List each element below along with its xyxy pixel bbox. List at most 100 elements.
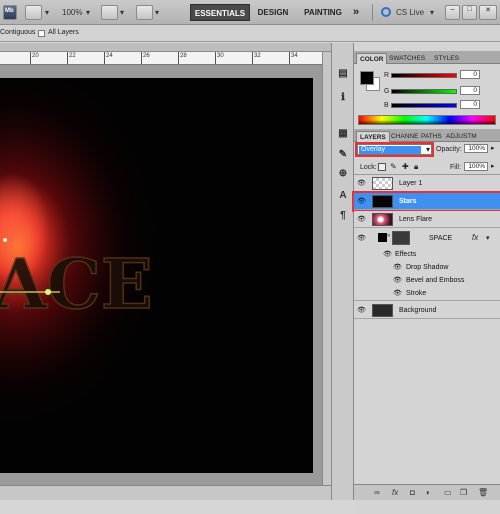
layer-name: Stars bbox=[399, 198, 417, 205]
layer-row-space[interactable]: 👁︎ ∞ SPACE fx ▾ bbox=[354, 229, 500, 248]
effects-row[interactable]: 👁︎ Effects bbox=[354, 248, 500, 261]
trash-icon[interactable]: 🗑︎ bbox=[478, 488, 488, 497]
green-slider[interactable] bbox=[391, 89, 457, 94]
svg-text:ACE: ACE bbox=[0, 245, 153, 325]
workspace-design[interactable]: DESIGN bbox=[254, 4, 292, 21]
histogram-icon[interactable]: ▤ bbox=[336, 67, 350, 81]
tab-channels[interactable]: CHANNE bbox=[388, 131, 421, 142]
clone-source-icon[interactable]: ⊕ bbox=[336, 167, 350, 181]
effect-stroke[interactable]: 👁︎ Stroke bbox=[354, 287, 500, 301]
tab-layers[interactable]: LAYERS bbox=[356, 131, 390, 142]
app-logo[interactable]: Mb bbox=[3, 5, 17, 20]
visibility-eye-icon[interactable]: 👁︎ bbox=[393, 289, 402, 297]
red-slider[interactable] bbox=[391, 73, 457, 78]
cs-live-label[interactable]: CS Live bbox=[396, 8, 424, 17]
maximize-button[interactable]: □ bbox=[462, 5, 477, 20]
visibility-eye-icon[interactable]: 👁︎ bbox=[357, 179, 366, 187]
layer-row-lens-flare[interactable]: 👁︎ Lens Flare bbox=[354, 211, 500, 228]
visibility-eye-icon[interactable]: 👁︎ bbox=[393, 276, 402, 284]
chevron-down-icon[interactable]: ▾ bbox=[86, 8, 90, 17]
chevron-down-icon[interactable]: ▾ bbox=[45, 8, 49, 17]
layer-name: Background bbox=[399, 307, 437, 314]
minimize-button[interactable]: – bbox=[445, 5, 460, 20]
new-layer-icon[interactable]: ❐ bbox=[460, 488, 467, 497]
right-panel: COLOR SWATCHES STYLES R 0 G 0 B 0 LAYERS… bbox=[352, 43, 500, 514]
vertical-scrollbar[interactable] bbox=[322, 52, 331, 485]
link-icon: ∞ bbox=[386, 233, 391, 239]
screen-mode-button[interactable] bbox=[136, 5, 153, 20]
layer-name: Lens Flare bbox=[399, 216, 433, 223]
chevron-down-icon[interactable]: ▾ bbox=[430, 8, 434, 17]
adjustment-layer-icon[interactable]: ◐ bbox=[426, 488, 431, 497]
layer-row-layer-1[interactable]: 👁︎ Layer 1 bbox=[354, 175, 500, 192]
visibility-eye-icon[interactable]: 👁︎ bbox=[357, 306, 366, 314]
effect-bevel-and-emboss[interactable]: 👁︎ Bevel and Emboss bbox=[354, 274, 500, 287]
blue-value-field[interactable]: 0 bbox=[460, 100, 480, 109]
chevron-down-icon[interactable]: ▾ bbox=[486, 234, 490, 242]
character-icon[interactable]: A bbox=[336, 189, 350, 203]
color-ramp-shade bbox=[359, 120, 495, 124]
opacity-field[interactable]: 100% bbox=[464, 144, 488, 153]
visibility-eye-icon[interactable]: 👁︎ bbox=[357, 197, 366, 205]
workspace-painting[interactable]: PAINTING bbox=[299, 4, 347, 21]
layer-row-stars[interactable]: 👁︎ Stars bbox=[352, 191, 500, 212]
ruler-number: 24 bbox=[106, 53, 113, 59]
visibility-eye-icon[interactable]: 👁︎ bbox=[357, 234, 366, 242]
workspace-essentials[interactable]: ESSENTIALS bbox=[190, 4, 250, 21]
zoom-level[interactable]: 100% bbox=[62, 8, 82, 17]
add-style-icon[interactable]: fx bbox=[392, 488, 398, 497]
brush-icon[interactable]: ✎ bbox=[336, 148, 350, 162]
chevron-down-icon[interactable]: ▾ bbox=[155, 8, 159, 17]
layer-thumbnail bbox=[372, 177, 393, 190]
visibility-eye-icon[interactable]: 👁︎ bbox=[383, 250, 392, 258]
layer-thumbnail bbox=[372, 213, 393, 226]
lock-position-icon[interactable]: ✚ bbox=[402, 162, 409, 171]
new-group-icon[interactable]: ▭ bbox=[444, 488, 452, 497]
tab-paths[interactable]: PATHS bbox=[418, 131, 445, 142]
close-button[interactable]: ✕ bbox=[479, 5, 497, 20]
tab-swatches[interactable]: SWATCHES bbox=[386, 53, 428, 64]
chevron-down-icon[interactable]: ▾ bbox=[120, 8, 124, 17]
chevron-right-icon[interactable]: ▸ bbox=[491, 144, 495, 152]
fill-field[interactable]: 100% bbox=[464, 162, 488, 171]
layer-row-background[interactable]: 👁︎ Background bbox=[354, 302, 500, 319]
image-canvas[interactable]: ACE bbox=[0, 78, 313, 473]
paragraph-icon[interactable]: ¶ bbox=[336, 209, 350, 223]
visibility-eye-icon[interactable]: 👁︎ bbox=[357, 215, 366, 223]
add-mask-icon[interactable]: ◘ bbox=[410, 488, 415, 497]
effect-drop-shadow[interactable]: 👁︎ Drop Shadow bbox=[354, 261, 500, 274]
arrange-documents-button[interactable] bbox=[101, 5, 118, 20]
layers-bottom-bar: ∞ fx ◘ ◐ ▭ ❐ 🗑︎ bbox=[354, 484, 500, 500]
lock-transparent-icon[interactable] bbox=[378, 163, 386, 171]
all-layers-checkbox[interactable] bbox=[38, 30, 45, 37]
visibility-eye-icon[interactable]: 👁︎ bbox=[393, 263, 402, 271]
blend-mode-select[interactable]: Overlay ▾ bbox=[355, 142, 434, 157]
document-tab-strip[interactable] bbox=[0, 43, 331, 52]
foreground-color-swatch[interactable] bbox=[360, 71, 374, 85]
space-artwork: ACE bbox=[0, 78, 313, 473]
color-panel-tabs: COLOR SWATCHES STYLES bbox=[354, 51, 500, 64]
blue-slider[interactable] bbox=[391, 103, 457, 108]
all-layers-label[interactable]: All Layers bbox=[48, 29, 79, 36]
ruler-number: 30 bbox=[217, 53, 224, 59]
red-value-field[interactable]: 0 bbox=[460, 70, 480, 79]
horizontal-scrollbar[interactable] bbox=[0, 485, 331, 500]
lock-image-icon[interactable]: ✎ bbox=[390, 162, 397, 171]
more-workspaces-button[interactable]: » bbox=[347, 4, 365, 21]
swatch-icon[interactable]: ▦ bbox=[336, 127, 350, 141]
contiguous-label[interactable]: Contiguous bbox=[0, 29, 35, 36]
opacity-label: Opacity: bbox=[436, 146, 462, 153]
lock-all-icon[interactable]: 🔒︎ bbox=[414, 162, 418, 172]
bridge-button[interactable] bbox=[25, 5, 42, 20]
chevron-right-icon[interactable]: ▸ bbox=[491, 162, 495, 170]
tab-styles[interactable]: STYLES bbox=[431, 53, 462, 64]
chevron-down-icon[interactable]: ▾ bbox=[426, 145, 430, 154]
link-layers-icon[interactable]: ∞ bbox=[374, 488, 380, 497]
divider bbox=[372, 4, 373, 21]
layer-thumbnail bbox=[372, 304, 393, 317]
info-icon[interactable]: ℹ bbox=[336, 91, 350, 105]
green-value-field[interactable]: 0 bbox=[460, 86, 480, 95]
tab-adjustments[interactable]: ADJUSTM bbox=[443, 131, 480, 142]
tab-color[interactable]: COLOR bbox=[356, 53, 388, 64]
fx-badge[interactable]: fx bbox=[472, 233, 478, 242]
